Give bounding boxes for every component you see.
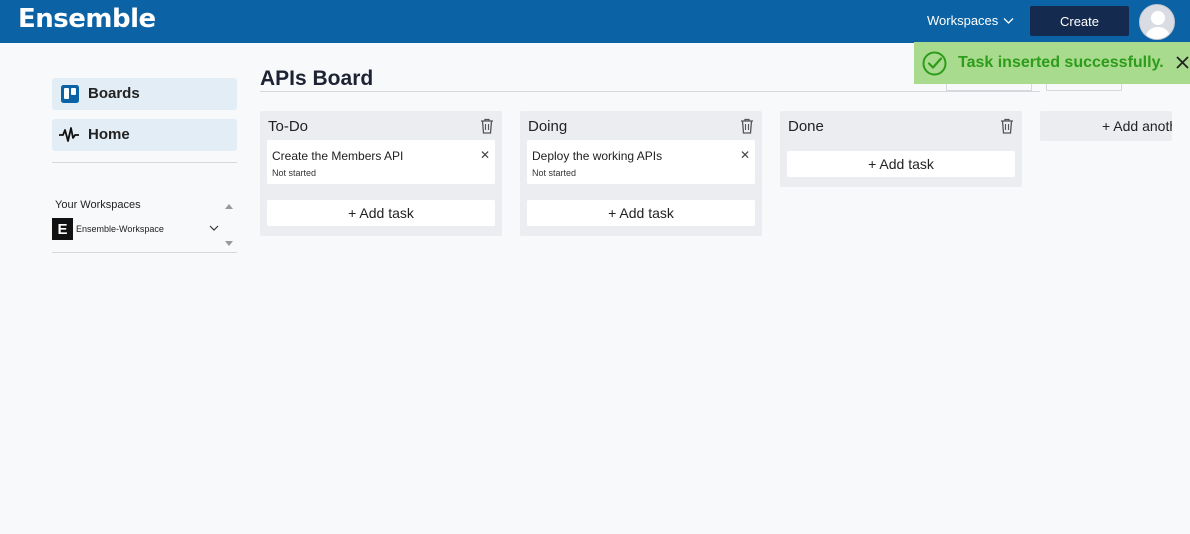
user-avatar-icon[interactable] — [1139, 4, 1175, 40]
chevron-down-icon[interactable] — [209, 224, 219, 232]
toast-message: Task inserted successfully. — [958, 54, 1164, 71]
list-title[interactable]: Doing — [528, 118, 567, 135]
task-status: Not started — [272, 168, 317, 178]
scroll-up-icon[interactable] — [225, 203, 233, 209]
workspace-badge: E — [52, 218, 73, 240]
app-logo[interactable]: Ensemble — [18, 4, 156, 34]
trello-board-icon — [61, 85, 79, 103]
add-task-button[interactable]: + Add task — [267, 200, 495, 226]
board-title: APIs Board — [260, 67, 374, 90]
chevron-down-icon — [1003, 17, 1014, 24]
create-button[interactable]: Create — [1030, 6, 1129, 36]
close-icon[interactable]: ✕ — [740, 148, 750, 162]
workspace-item[interactable]: E Ensemble-Workspace — [52, 218, 224, 240]
sidebar-item-home[interactable]: Home — [52, 119, 237, 151]
check-circle-icon — [922, 51, 947, 76]
close-icon[interactable] — [1176, 56, 1189, 69]
add-task-button[interactable]: + Add task — [527, 200, 755, 226]
task-title: Create the Members API — [272, 149, 404, 163]
trash-icon[interactable] — [480, 118, 494, 134]
add-list-button[interactable]: + Add another list — [1040, 111, 1172, 141]
success-toast: Task inserted successfully. — [914, 42, 1190, 84]
pulse-icon — [59, 127, 79, 142]
workspaces-label: Workspaces — [927, 13, 999, 28]
add-list-label: + Add another list — [1102, 118, 1172, 134]
task-card[interactable]: Deploy the working APIs Not started ✕ — [527, 140, 755, 184]
close-icon[interactable]: ✕ — [480, 148, 490, 162]
task-card[interactable]: Create the Members API Not started ✕ — [267, 140, 495, 184]
list-column-todo: To-Do Create the Members API Not started… — [260, 111, 502, 236]
top-navbar: Ensemble Workspaces Create — [0, 0, 1190, 43]
board-header-divider — [260, 91, 1040, 92]
workspace-name: Ensemble-Workspace — [76, 224, 164, 234]
sidebar-item-boards[interactable]: Boards — [52, 78, 237, 110]
trash-icon[interactable] — [1000, 118, 1014, 134]
list-column-done: Done + Add task — [780, 111, 1022, 187]
sidebar-item-label: Boards — [88, 85, 140, 102]
scroll-down-icon[interactable] — [225, 241, 233, 247]
list-column-doing: Doing Deploy the working APIs Not starte… — [520, 111, 762, 236]
add-task-button[interactable]: + Add task — [787, 151, 1015, 177]
sidebar-divider — [52, 252, 237, 253]
workspaces-heading: Your Workspaces — [55, 199, 141, 211]
sidebar-divider — [52, 162, 237, 163]
task-title: Deploy the working APIs — [532, 149, 663, 163]
workspaces-dropdown[interactable]: Workspaces — [927, 13, 1014, 28]
task-status: Not started — [532, 168, 577, 178]
trash-icon[interactable] — [740, 118, 754, 134]
list-title[interactable]: To-Do — [268, 118, 308, 135]
list-title[interactable]: Done — [788, 118, 824, 135]
sidebar-item-label: Home — [88, 126, 130, 143]
